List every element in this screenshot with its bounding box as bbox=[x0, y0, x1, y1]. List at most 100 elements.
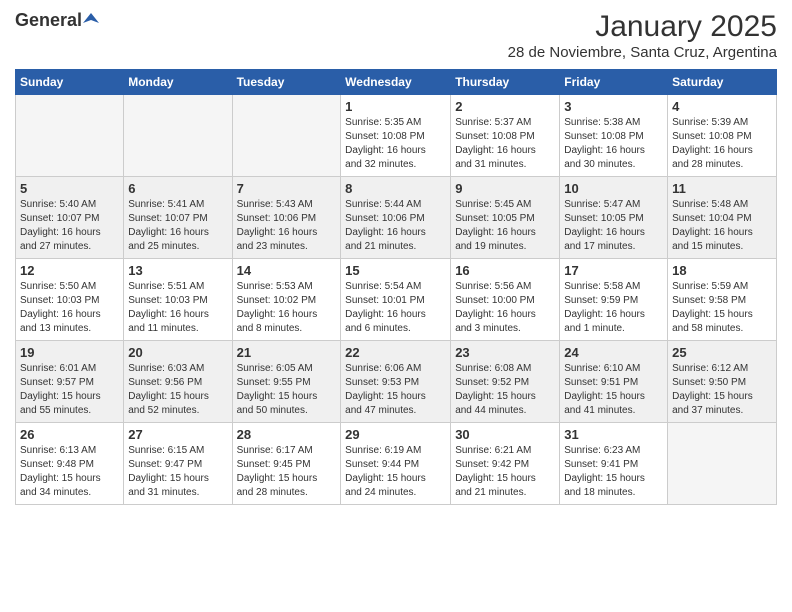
title-section: January 2025 28 de Noviembre, Santa Cruz… bbox=[508, 10, 777, 61]
calendar-cell: 5 Sunrise: 5:40 AM Sunset: 10:07 PM Dayli… bbox=[16, 177, 124, 259]
day-info: Sunrise: 5:53 AM Sunset: 10:02 PM Daylig… bbox=[237, 280, 337, 336]
calendar-cell: 7 Sunrise: 5:43 AM Sunset: 10:06 PM Dayli… bbox=[232, 177, 341, 259]
logo-bird-icon bbox=[83, 13, 99, 27]
day-number: 19 bbox=[20, 345, 119, 360]
weekday-header-saturday: Saturday bbox=[668, 70, 777, 95]
calendar-cell: 25 Sunrise: 6:12 AM Sunset: 9:50 PM Dayli… bbox=[668, 341, 777, 423]
day-info: Sunrise: 6:23 AM Sunset: 9:41 PM Dayligh… bbox=[564, 444, 663, 500]
day-number: 1 bbox=[345, 99, 446, 114]
day-info: Sunrise: 5:56 AM Sunset: 10:00 PM Daylig… bbox=[455, 280, 555, 336]
page-header: General January 2025 28 de Noviembre, Sa… bbox=[15, 10, 777, 61]
day-number: 12 bbox=[20, 263, 119, 278]
calendar-cell bbox=[232, 95, 341, 177]
calendar-cell: 27 Sunrise: 6:15 AM Sunset: 9:47 PM Dayli… bbox=[124, 423, 232, 505]
calendar-cell: 9 Sunrise: 5:45 AM Sunset: 10:05 PM Dayli… bbox=[451, 177, 560, 259]
day-info: Sunrise: 5:35 AM Sunset: 10:08 PM Daylig… bbox=[345, 116, 446, 172]
calendar-cell: 4Sunrise: 5:39 AM Sunset: 10:08 PM Dayli… bbox=[668, 95, 777, 177]
day-number: 2 bbox=[455, 99, 555, 114]
calendar-cell: 24 Sunrise: 6:10 AM Sunset: 9:51 PM Dayli… bbox=[560, 341, 668, 423]
day-number: 6 bbox=[128, 181, 227, 196]
day-number: 10 bbox=[564, 181, 663, 196]
weekday-header-wednesday: Wednesday bbox=[341, 70, 451, 95]
day-info: Sunrise: 5:39 AM Sunset: 10:08 PM Daylig… bbox=[672, 116, 772, 172]
day-info: Sunrise: 5:40 AM Sunset: 10:07 PM Daylig… bbox=[20, 198, 119, 254]
day-info: Sunrise: 6:10 AM Sunset: 9:51 PM Dayligh… bbox=[564, 362, 663, 418]
calendar-week-row: 12 Sunrise: 5:50 AM Sunset: 10:03 PM Dayl… bbox=[16, 259, 777, 341]
day-info: Sunrise: 5:58 AM Sunset: 9:59 PM Dayligh… bbox=[564, 280, 663, 336]
day-number: 8 bbox=[345, 181, 446, 196]
calendar-cell: 22Sunrise: 6:06 AM Sunset: 9:53 PM Dayli… bbox=[341, 341, 451, 423]
calendar-table: SundayMondayTuesdayWednesdayThursdayFrid… bbox=[15, 69, 777, 505]
logo: General bbox=[15, 10, 99, 27]
calendar-cell: 19 Sunrise: 6:01 AM Sunset: 9:57 PM Dayli… bbox=[16, 341, 124, 423]
day-info: Sunrise: 5:41 AM Sunset: 10:07 PM Daylig… bbox=[128, 198, 227, 254]
calendar-cell: 12 Sunrise: 5:50 AM Sunset: 10:03 PM Dayl… bbox=[16, 259, 124, 341]
day-number: 24 bbox=[564, 345, 663, 360]
day-number: 17 bbox=[564, 263, 663, 278]
calendar-cell: 14 Sunrise: 5:53 AM Sunset: 10:02 PM Dayl… bbox=[232, 259, 341, 341]
calendar-subtitle: 28 de Noviembre, Santa Cruz, Argentina bbox=[508, 44, 777, 61]
day-info: Sunrise: 5:45 AM Sunset: 10:05 PM Daylig… bbox=[455, 198, 555, 254]
weekday-header-tuesday: Tuesday bbox=[232, 70, 341, 95]
day-info: Sunrise: 6:05 AM Sunset: 9:55 PM Dayligh… bbox=[237, 362, 337, 418]
day-info: Sunrise: 6:08 AM Sunset: 9:52 PM Dayligh… bbox=[455, 362, 555, 418]
day-info: Sunrise: 6:01 AM Sunset: 9:57 PM Dayligh… bbox=[20, 362, 119, 418]
calendar-cell: 31 Sunrise: 6:23 AM Sunset: 9:41 PM Dayli… bbox=[560, 423, 668, 505]
calendar-cell: 28 Sunrise: 6:17 AM Sunset: 9:45 PM Dayli… bbox=[232, 423, 341, 505]
day-number: 28 bbox=[237, 427, 337, 442]
day-info: Sunrise: 5:51 AM Sunset: 10:03 PM Daylig… bbox=[128, 280, 227, 336]
weekday-header-thursday: Thursday bbox=[451, 70, 560, 95]
calendar-cell: 3Sunrise: 5:38 AM Sunset: 10:08 PM Dayli… bbox=[560, 95, 668, 177]
day-number: 3 bbox=[564, 99, 663, 114]
day-info: Sunrise: 6:21 AM Sunset: 9:42 PM Dayligh… bbox=[455, 444, 555, 500]
weekday-header-monday: Monday bbox=[124, 70, 232, 95]
day-info: Sunrise: 5:47 AM Sunset: 10:05 PM Daylig… bbox=[564, 198, 663, 254]
day-number: 31 bbox=[564, 427, 663, 442]
day-number: 29 bbox=[345, 427, 446, 442]
calendar-cell: 10 Sunrise: 5:47 AM Sunset: 10:05 PM Dayl… bbox=[560, 177, 668, 259]
calendar-cell: 16Sunrise: 5:56 AM Sunset: 10:00 PM Dayl… bbox=[451, 259, 560, 341]
day-info: Sunrise: 5:59 AM Sunset: 9:58 PM Dayligh… bbox=[672, 280, 772, 336]
day-number: 27 bbox=[128, 427, 227, 442]
day-info: Sunrise: 5:37 AM Sunset: 10:08 PM Daylig… bbox=[455, 116, 555, 172]
weekday-header-friday: Friday bbox=[560, 70, 668, 95]
day-info: Sunrise: 6:19 AM Sunset: 9:44 PM Dayligh… bbox=[345, 444, 446, 500]
calendar-cell bbox=[124, 95, 232, 177]
weekday-header-row: SundayMondayTuesdayWednesdayThursdayFrid… bbox=[16, 70, 777, 95]
day-number: 26 bbox=[20, 427, 119, 442]
day-info: Sunrise: 6:15 AM Sunset: 9:47 PM Dayligh… bbox=[128, 444, 227, 500]
calendar-cell bbox=[668, 423, 777, 505]
day-number: 23 bbox=[455, 345, 555, 360]
calendar-title: January 2025 bbox=[508, 10, 777, 44]
calendar-cell: 29 Sunrise: 6:19 AM Sunset: 9:44 PM Dayli… bbox=[341, 423, 451, 505]
day-info: Sunrise: 5:48 AM Sunset: 10:04 PM Daylig… bbox=[672, 198, 772, 254]
logo-general: General bbox=[15, 10, 82, 31]
calendar-cell: 23 Sunrise: 6:08 AM Sunset: 9:52 PM Dayli… bbox=[451, 341, 560, 423]
day-info: Sunrise: 6:12 AM Sunset: 9:50 PM Dayligh… bbox=[672, 362, 772, 418]
calendar-cell: 1 Sunrise: 5:35 AM Sunset: 10:08 PM Dayli… bbox=[341, 95, 451, 177]
day-number: 13 bbox=[128, 263, 227, 278]
calendar-week-row: 26Sunrise: 6:13 AM Sunset: 9:48 PM Dayli… bbox=[16, 423, 777, 505]
day-number: 14 bbox=[237, 263, 337, 278]
day-number: 30 bbox=[455, 427, 555, 442]
day-info: Sunrise: 5:50 AM Sunset: 10:03 PM Daylig… bbox=[20, 280, 119, 336]
day-info: Sunrise: 5:43 AM Sunset: 10:06 PM Daylig… bbox=[237, 198, 337, 254]
day-number: 7 bbox=[237, 181, 337, 196]
day-number: 11 bbox=[672, 181, 772, 196]
day-number: 18 bbox=[672, 263, 772, 278]
calendar-cell: 2 Sunrise: 5:37 AM Sunset: 10:08 PM Dayli… bbox=[451, 95, 560, 177]
calendar-cell: 17 Sunrise: 5:58 AM Sunset: 9:59 PM Dayli… bbox=[560, 259, 668, 341]
calendar-cell: 20Sunrise: 6:03 AM Sunset: 9:56 PM Dayli… bbox=[124, 341, 232, 423]
calendar-week-row: 1 Sunrise: 5:35 AM Sunset: 10:08 PM Dayli… bbox=[16, 95, 777, 177]
day-number: 25 bbox=[672, 345, 772, 360]
day-info: Sunrise: 6:17 AM Sunset: 9:45 PM Dayligh… bbox=[237, 444, 337, 500]
calendar-cell: 18 Sunrise: 5:59 AM Sunset: 9:58 PM Dayli… bbox=[668, 259, 777, 341]
day-number: 9 bbox=[455, 181, 555, 196]
calendar-cell: 26Sunrise: 6:13 AM Sunset: 9:48 PM Dayli… bbox=[16, 423, 124, 505]
day-info: Sunrise: 5:44 AM Sunset: 10:06 PM Daylig… bbox=[345, 198, 446, 254]
day-number: 5 bbox=[20, 181, 119, 196]
calendar-week-row: 19 Sunrise: 6:01 AM Sunset: 9:57 PM Dayli… bbox=[16, 341, 777, 423]
calendar-cell: 6 Sunrise: 5:41 AM Sunset: 10:07 PM Dayli… bbox=[124, 177, 232, 259]
calendar-week-row: 5 Sunrise: 5:40 AM Sunset: 10:07 PM Dayli… bbox=[16, 177, 777, 259]
day-info: Sunrise: 5:54 AM Sunset: 10:01 PM Daylig… bbox=[345, 280, 446, 336]
